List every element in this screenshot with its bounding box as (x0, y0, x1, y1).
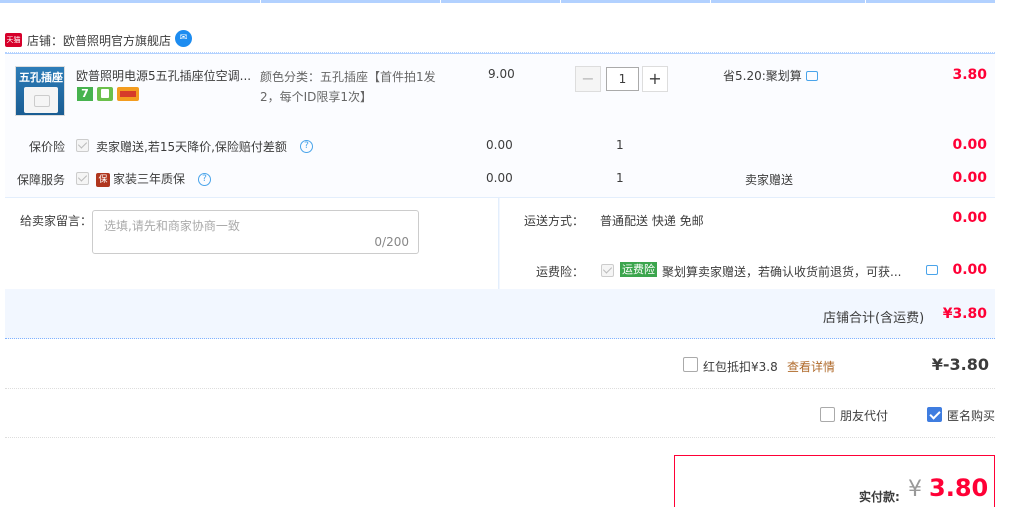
item-subtotal: 3.80 (952, 67, 987, 83)
help-icon[interactable]: ? (300, 140, 313, 153)
credit-card-icon (117, 87, 139, 101)
friend-pay-label[interactable]: 朋友代付 (840, 407, 888, 424)
guarantee-icon (97, 87, 113, 101)
redpack-text: 红包抵扣¥3.8 (703, 360, 778, 374)
store-header: 天猫 店铺：欧普照明官方旗舰店 ✉ (5, 30, 995, 52)
service-checkbox (76, 172, 89, 185)
service-text: 卖家赠送,若15天降价,保险赔付差额 (96, 140, 287, 154)
insurance-total: 0.00 (952, 262, 987, 278)
shipping-label: 运送方式： (524, 214, 585, 228)
service-total: 0.00 (952, 137, 987, 153)
sku-line-2: 2，每个ID限享1次】 (260, 90, 373, 104)
promotion-text: 省5.20:聚划算 (723, 69, 802, 83)
price-protection-row: 保价险 卖家赠送,若15天降价,保险赔付差额 ? 0.00 1 0.00 (5, 137, 995, 158)
service-qty: 1 (616, 138, 624, 152)
warranty-icon: 保 (96, 172, 110, 187)
redpack-row: 红包抵扣¥3.8 查看详情 ¥-3.80 (5, 341, 995, 389)
service-total: 0.00 (952, 170, 987, 186)
store-total-label: 店铺合计(含运费) (823, 311, 925, 326)
anonymous-label[interactable]: 匿名购买 (947, 407, 995, 424)
decrease-button[interactable]: − (575, 66, 601, 92)
seven-day-return-icon: 7 (77, 87, 93, 101)
sku-info: 颜色分类：五孔插座【首件拍1发 2，每个ID限享1次】 (260, 67, 450, 107)
message-placeholder: 选填,请先和商家协商一致 (104, 219, 240, 233)
payment-label: 实付款: (859, 490, 900, 504)
increase-button[interactable]: + (642, 66, 668, 92)
insurance-text: 聚划算卖家赠送，若确认收货前退货，可获... (662, 265, 902, 279)
service-price: 0.00 (486, 171, 513, 185)
message-label: 给卖家留言： (20, 214, 93, 228)
redpack-checkbox[interactable] (683, 357, 698, 372)
order-item: 五孔插座 欧普照明电源5五孔插座位空调... 7 颜色分类：五孔插座【首件拍1发… (5, 52, 995, 197)
insurance-label: 运费险： (536, 265, 585, 279)
product-title[interactable]: 欧普照明电源5五孔插座位空调... (76, 67, 256, 84)
redpack-details-link[interactable]: 查看详情 (787, 358, 835, 375)
top-divider (0, 0, 995, 3)
order-extras: 给卖家留言： 选填,请先和商家协商一致 0/200 运送方式： 普通配送 快递 … (5, 197, 995, 290)
store-total-value: ¥3.80 (942, 306, 987, 322)
sku-line-1: 颜色分类：五孔插座【首件拍1发 (260, 70, 436, 84)
quantity-input[interactable] (606, 67, 639, 91)
service-label: 保价险 (28, 140, 65, 154)
promotion: 省5.20:聚划算 (723, 67, 818, 84)
service-text-label: 家装三年质保 (113, 172, 186, 186)
product-thumbnail[interactable]: 五孔插座 (15, 66, 65, 116)
friend-pay-checkbox[interactable] (820, 407, 835, 422)
redpack-value: ¥-3.80 (931, 355, 989, 374)
shipping-total: 0.00 (952, 210, 987, 226)
shipping-section: 运送方式： 普通配送 快递 免邮 0.00 运费险： 运费险 聚划算卖家赠送，若… (500, 198, 995, 290)
help-icon[interactable]: ? (198, 173, 211, 186)
currency-symbol: ¥ (908, 477, 922, 502)
service-qty: 1 (616, 171, 624, 185)
shipping-method: 普通配送 快递 免邮 (600, 214, 704, 228)
store-total-row: 店铺合计(含运费) ¥3.80 (5, 289, 995, 339)
anonymous-checkbox[interactable] (927, 407, 942, 422)
store-name[interactable]: 店铺：欧普照明官方旗舰店 (27, 32, 171, 49)
unit-price: 9.00 (488, 67, 515, 81)
service-label: 保障服务 (16, 173, 65, 187)
thumbnail-caption: 五孔插座 (19, 71, 63, 84)
service-text: 保家装三年质保 (96, 170, 185, 187)
insurance-checkbox (601, 264, 614, 277)
comment-icon[interactable] (805, 70, 818, 81)
service-checkbox (76, 139, 89, 152)
service-price: 0.00 (486, 138, 513, 152)
wangwang-icon[interactable]: ✉ (175, 30, 192, 47)
comment-icon[interactable] (926, 265, 938, 275)
service-note: 卖家赠送 (745, 173, 794, 187)
message-input[interactable]: 选填,请先和商家协商一致 0/200 (92, 210, 419, 254)
payment-amount: 3.80 (929, 474, 989, 502)
insurance-badge: 运费险 (620, 262, 657, 277)
tmall-icon: 天猫 (5, 33, 22, 47)
payment-summary: 实付款: ¥ 3.80 (674, 455, 995, 507)
quantity-stepper: − + (575, 66, 671, 92)
purchase-options: 朋友代付 匿名购买 (5, 390, 995, 438)
warranty-row: 保障服务 保家装三年质保 ? 0.00 1 卖家赠送 0.00 (5, 170, 995, 191)
message-section: 给卖家留言： 选填,请先和商家协商一致 0/200 (5, 198, 499, 290)
char-counter: 0/200 (374, 235, 409, 249)
